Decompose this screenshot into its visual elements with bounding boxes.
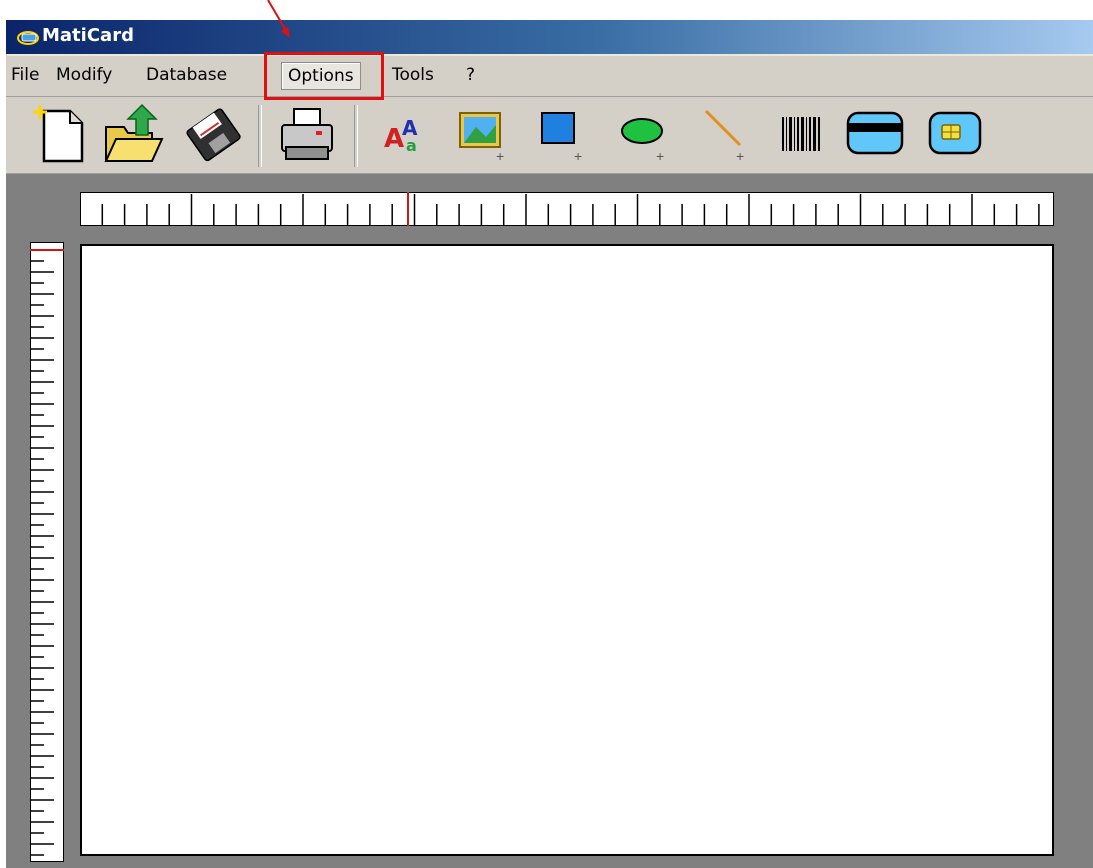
add-image-icon[interactable]: + <box>452 103 514 165</box>
toolbar-separator <box>354 105 358 167</box>
menu-help[interactable]: ? <box>466 62 475 88</box>
card-canvas[interactable] <box>80 244 1054 856</box>
svg-text:+: + <box>496 148 504 164</box>
title-bar: MatiCard <box>6 20 1093 54</box>
svg-text:a: a <box>406 136 417 155</box>
new-document-icon[interactable] <box>30 103 92 165</box>
svg-text:+: + <box>574 148 582 164</box>
app-logo-icon <box>17 31 39 45</box>
horizontal-ruler <box>80 192 1054 226</box>
menu-modify[interactable]: Modify <box>56 62 112 88</box>
add-rectangle-icon[interactable]: + <box>532 103 594 165</box>
add-text-icon[interactable]: A A a <box>376 103 438 165</box>
menu-bar: File Modify Database Options Tools ? <box>6 56 1093 97</box>
add-ellipse-icon[interactable]: + <box>614 103 676 165</box>
window-title: MatiCard <box>42 25 134 46</box>
vertical-ruler <box>30 242 64 862</box>
barcode-icon[interactable] <box>770 103 832 165</box>
floppy-disk-icon[interactable] <box>182 103 244 165</box>
menu-database[interactable]: Database <box>146 62 227 88</box>
menu-tools[interactable]: Tools <box>392 62 434 88</box>
printer-icon[interactable] <box>276 103 338 165</box>
annotation-highlight-box <box>264 52 384 100</box>
menu-file[interactable]: File <box>11 62 39 88</box>
open-folder-icon[interactable] <box>102 103 164 165</box>
add-line-icon[interactable]: + <box>696 103 758 165</box>
smart-chip-card-icon[interactable] <box>924 103 986 165</box>
toolbar-separator <box>258 105 262 167</box>
svg-text:+: + <box>656 148 664 164</box>
magnetic-stripe-card-icon[interactable] <box>844 103 906 165</box>
annotation-arrow-icon <box>267 0 290 38</box>
toolbar: A A a + + + + <box>6 97 1093 174</box>
svg-text:+: + <box>736 148 744 164</box>
